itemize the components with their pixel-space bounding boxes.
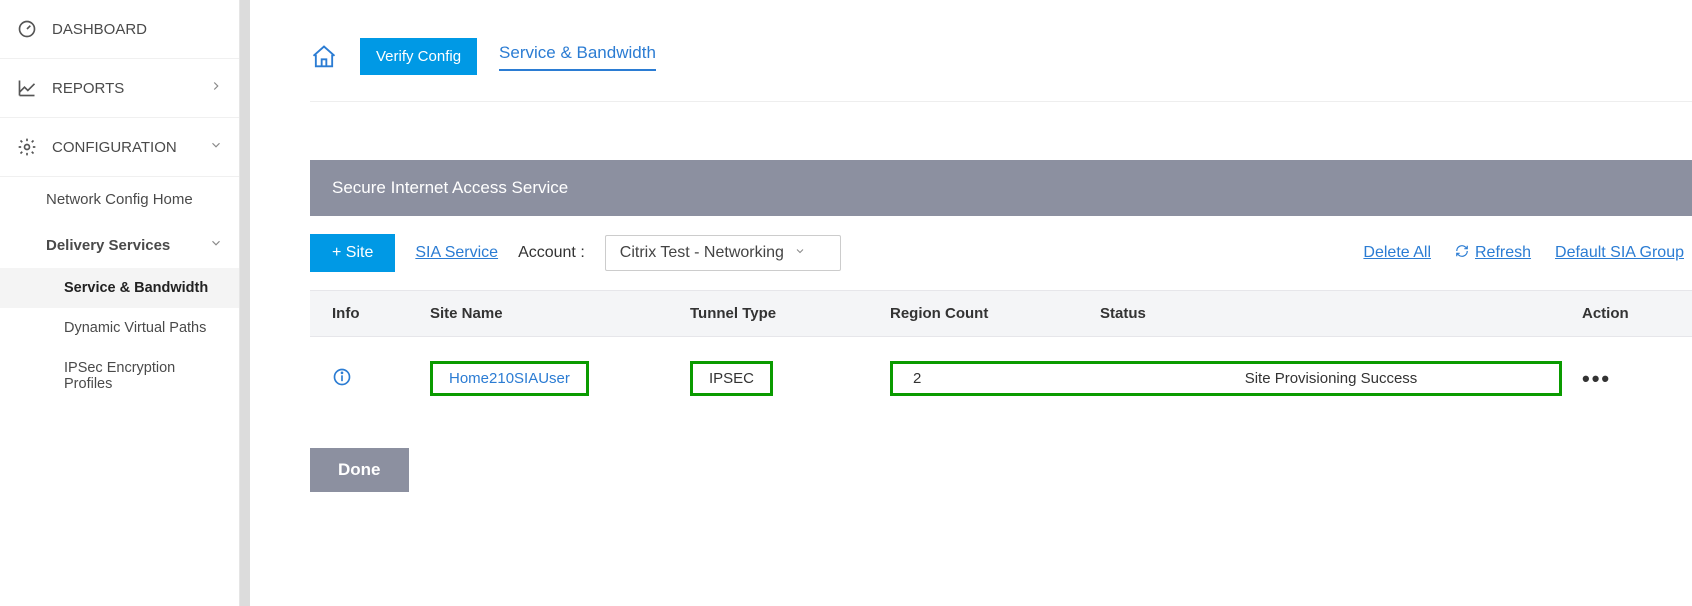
sidebar-label-configuration: CONFIGURATION [52,139,177,156]
sidebar-label-delivery-services: Delivery Services [46,237,170,254]
sidebar-item-network-config-home[interactable]: Network Config Home [0,177,239,222]
sidebar-label-dashboard: DASHBOARD [52,21,147,38]
add-site-button[interactable]: + Site [310,234,395,272]
sidebar-item-ipsec-encryption-profiles[interactable]: IPSec Encryption Profiles [0,348,239,404]
gear-icon [16,136,38,158]
th-tunnel-type: Tunnel Type [680,291,880,337]
sia-panel: Secure Internet Access Service + Site SI… [310,160,1692,492]
chevron-right-icon [209,79,223,97]
th-site-name: Site Name [420,291,680,337]
panel-toolbar: + Site SIA Service Account : Citrix Test… [310,216,1692,290]
table-row: Home210SIAUser IPSEC 2 Site Provisioning… [310,337,1692,421]
verify-config-button[interactable]: Verify Config [360,38,477,75]
th-region-count: Region Count [880,291,1090,337]
delete-all-link[interactable]: Delete All [1363,244,1431,262]
chart-line-icon [16,77,38,99]
refresh-link[interactable]: Refresh [1455,244,1531,263]
refresh-label: Refresh [1475,244,1531,262]
tunnel-type-value: IPSEC [709,370,754,387]
sidebar-item-configuration[interactable]: CONFIGURATION [0,118,239,177]
panel-title: Secure Internet Access Service [310,160,1692,216]
sidebar-label-network-config-home: Network Config Home [46,191,193,208]
sites-table: Info Site Name Tunnel Type Region Count … [310,290,1692,420]
account-select[interactable]: Citrix Test - Networking [605,235,841,271]
highlight-region-status: 2 Site Provisioning Success [890,361,1562,396]
th-action: Action [1572,291,1692,337]
th-info: Info [310,291,420,337]
toolbar-right: Delete All Refresh Default SIA Group [1363,244,1692,263]
sidebar-item-dynamic-virtual-paths[interactable]: Dynamic Virtual Paths [0,308,239,348]
sidebar-label-ipsec-encryption-profiles: IPSec Encryption Profiles [64,360,175,392]
sidebar-label-dynamic-virtual-paths: Dynamic Virtual Paths [64,320,206,336]
breadcrumb: Verify Config Service & Bandwidth [310,38,1692,102]
account-select-value: Citrix Test - Networking [620,244,784,262]
home-icon[interactable] [310,43,338,71]
sidebar-item-dashboard[interactable]: DASHBOARD [0,0,239,59]
configuration-submenu: Network Config Home Delivery Services Se… [0,177,239,404]
status-value: Site Provisioning Success [1103,370,1559,387]
site-name-link[interactable]: Home210SIAUser [449,370,570,387]
chevron-down-icon [794,244,806,262]
row-actions-button[interactable]: ••• [1582,366,1611,391]
main-content: Verify Config Service & Bandwidth Secure… [250,0,1692,606]
info-icon[interactable] [332,367,352,387]
th-status: Status [1090,291,1572,337]
breadcrumb-current: Service & Bandwidth [499,43,656,71]
account-label: Account : [518,244,585,262]
done-button[interactable]: Done [310,448,409,492]
default-sia-group-link[interactable]: Default SIA Group [1555,244,1684,262]
highlight-tunnel-type: IPSEC [690,361,773,396]
highlight-site-name: Home210SIAUser [430,361,589,396]
region-count-value: 2 [893,370,1103,387]
gauge-icon [16,18,38,40]
sidebar-label-service-bandwidth: Service & Bandwidth [64,280,208,296]
scrollbar[interactable] [240,0,250,606]
sidebar-label-reports: REPORTS [52,80,124,97]
sia-service-link[interactable]: SIA Service [415,244,498,262]
table-header-row: Info Site Name Tunnel Type Region Count … [310,291,1692,337]
sidebar-item-reports[interactable]: REPORTS [0,59,239,118]
refresh-icon [1455,244,1469,263]
chevron-down-icon [209,236,223,254]
sidebar-item-delivery-services[interactable]: Delivery Services [0,222,239,268]
sidebar: DASHBOARD REPORTS CONFIGURATION Network … [0,0,240,606]
chevron-down-icon [209,138,223,156]
sidebar-item-service-bandwidth[interactable]: Service & Bandwidth [0,268,239,308]
